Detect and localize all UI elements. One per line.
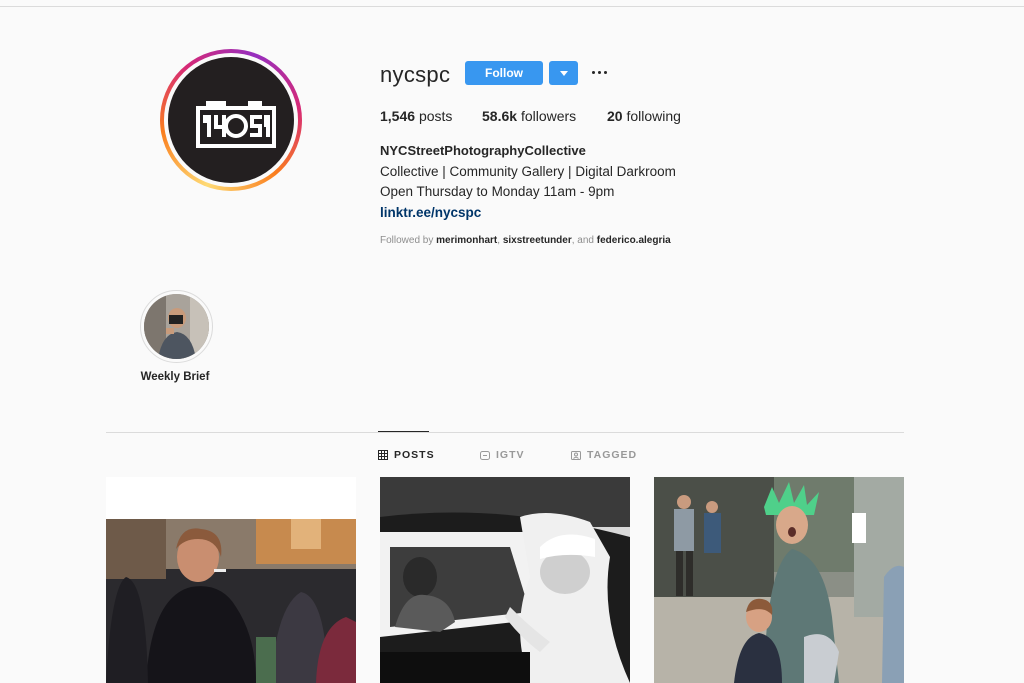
highlight-cover-image [144, 294, 209, 359]
post-image [106, 477, 356, 683]
bio-full-name: NYCStreetPhotographyCollective [380, 143, 586, 158]
post-thumbnail[interactable] [380, 477, 630, 683]
igtv-icon [480, 451, 490, 460]
followers-link[interactable]: 58.6k followers [482, 108, 576, 124]
post-thumbnail[interactable] [654, 477, 904, 683]
profile-avatar[interactable] [160, 49, 302, 191]
followed-by-user[interactable]: federico.alegria [597, 235, 671, 246]
camera-logo-icon [196, 101, 276, 148]
suggested-dropdown-button[interactable] [549, 61, 578, 85]
bio-line-2: Open Thursday to Monday 11am - 9pm [380, 184, 615, 199]
bio-line-1: Collective | Community Gallery | Digital… [380, 164, 676, 179]
story-highlight[interactable] [140, 290, 213, 363]
grid-icon [378, 450, 388, 460]
chevron-down-icon [559, 70, 568, 76]
followed-by-user[interactable]: sixstreetunder [503, 235, 572, 246]
post-thumbnail[interactable] [106, 477, 356, 683]
highlight-label: Weekly Brief [140, 371, 210, 383]
tab-igtv[interactable]: IGTV [480, 449, 525, 461]
tab-tagged[interactable]: TAGGED [571, 449, 637, 461]
followed-by-text: Followed by merimonhart, sixstreetunder,… [380, 235, 671, 246]
following-link[interactable]: 20 following [607, 108, 681, 124]
top-border [0, 6, 1024, 7]
tab-posts[interactable]: POSTS [378, 449, 435, 461]
more-options-icon[interactable] [590, 64, 610, 80]
profile-username: nycspc [380, 62, 451, 87]
active-tab-indicator [378, 431, 429, 432]
nycspc-logo [168, 57, 294, 183]
tagged-icon [571, 451, 581, 460]
posts-count: 1,546 posts [380, 108, 453, 124]
post-image [380, 477, 630, 683]
followed-by-user[interactable]: merimonhart [436, 235, 497, 246]
bio-website-link[interactable]: linktr.ee/nycspc [380, 205, 481, 220]
post-image [654, 477, 904, 683]
tabs-divider [106, 432, 904, 433]
follow-button[interactable]: Follow [465, 61, 543, 85]
